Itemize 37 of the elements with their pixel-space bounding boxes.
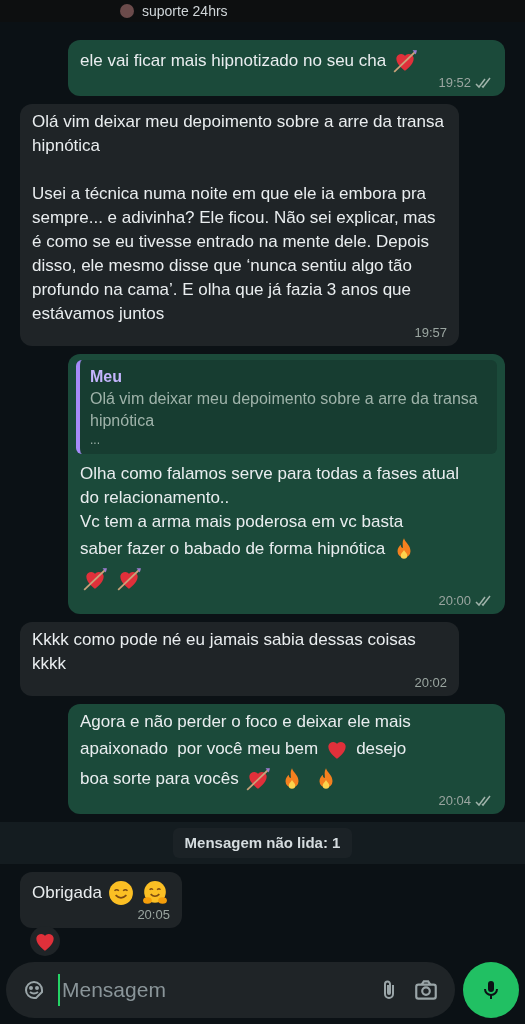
message-time: 20:02 (414, 673, 447, 692)
quote-ellipsis: ... (90, 431, 101, 448)
camera-icon[interactable] (413, 977, 439, 1003)
quote-author: Meu (90, 366, 123, 387)
message-input[interactable]: Mensagem (58, 974, 365, 1006)
message-time: 20:04 (438, 791, 471, 810)
message-text: Olá vim deixar meu depoimento sobre a arre da transa hipnótica Usei a técnica numa noite em que ele ia embora pra sempre... e adivinha? Ele ficou. Não sei explicar, mas é como se eu tivesse entrado na mente dele. Depois disso, ele mesmo disse que ‘nunca sentiu algo tão profundo na cama’. E olha que já fazia 3 anos que estávamos juntos (32, 110, 445, 325)
message-text: ele vai ficar mais hipnotizado no seu cha (80, 49, 387, 72)
quote-text: Olá vim deixar meu depoimento sobre a arre da transa hipnótica (90, 388, 479, 431)
message-text: saber fazer o babado de forma hipnótica (80, 537, 386, 560)
message-time: 20:05 (137, 906, 170, 924)
heart-with-arrow-icon (392, 47, 419, 74)
message-text: desejo (356, 737, 407, 760)
sticker-icon[interactable] (22, 978, 46, 1002)
microphone-button[interactable] (463, 962, 519, 1018)
smiling-face-icon (107, 880, 134, 906)
message-text: Kkkk como pode né eu jamais sabia dessas coisas kkkk (32, 628, 417, 675)
hugging-face-icon (141, 880, 168, 906)
message-time: 20:00 (438, 591, 471, 610)
double-check-icon (475, 594, 493, 607)
message-time: 19:52 (438, 73, 471, 92)
message-text: Obrigada (32, 882, 102, 904)
message-text: apaixonado por você meu bem (80, 737, 319, 760)
contact-status: suporte 24hrs (142, 2, 228, 20)
heart-with-arrow-icon (244, 765, 271, 792)
reaction-badge[interactable] (30, 926, 60, 956)
heart-with-arrow-icon (116, 565, 142, 592)
heart-with-arrow-icon (82, 565, 108, 592)
double-check-icon (475, 76, 493, 89)
message-text: Agora e não perder o foco e deixar ele mais (80, 710, 412, 733)
double-check-icon (475, 794, 493, 807)
avatar[interactable] (120, 4, 134, 18)
quoted-message[interactable]: Meu Olá vim deixar meu depoimento sobre a arre da transa hipnótica ... (76, 359, 497, 454)
unread-messages-label: Mensagem não lida: 1 (172, 827, 353, 858)
message-time: 19:57 (414, 323, 447, 342)
message-input-field[interactable]: Mensagem (6, 962, 455, 1018)
message-text: boa sorte para vocês (80, 767, 239, 790)
